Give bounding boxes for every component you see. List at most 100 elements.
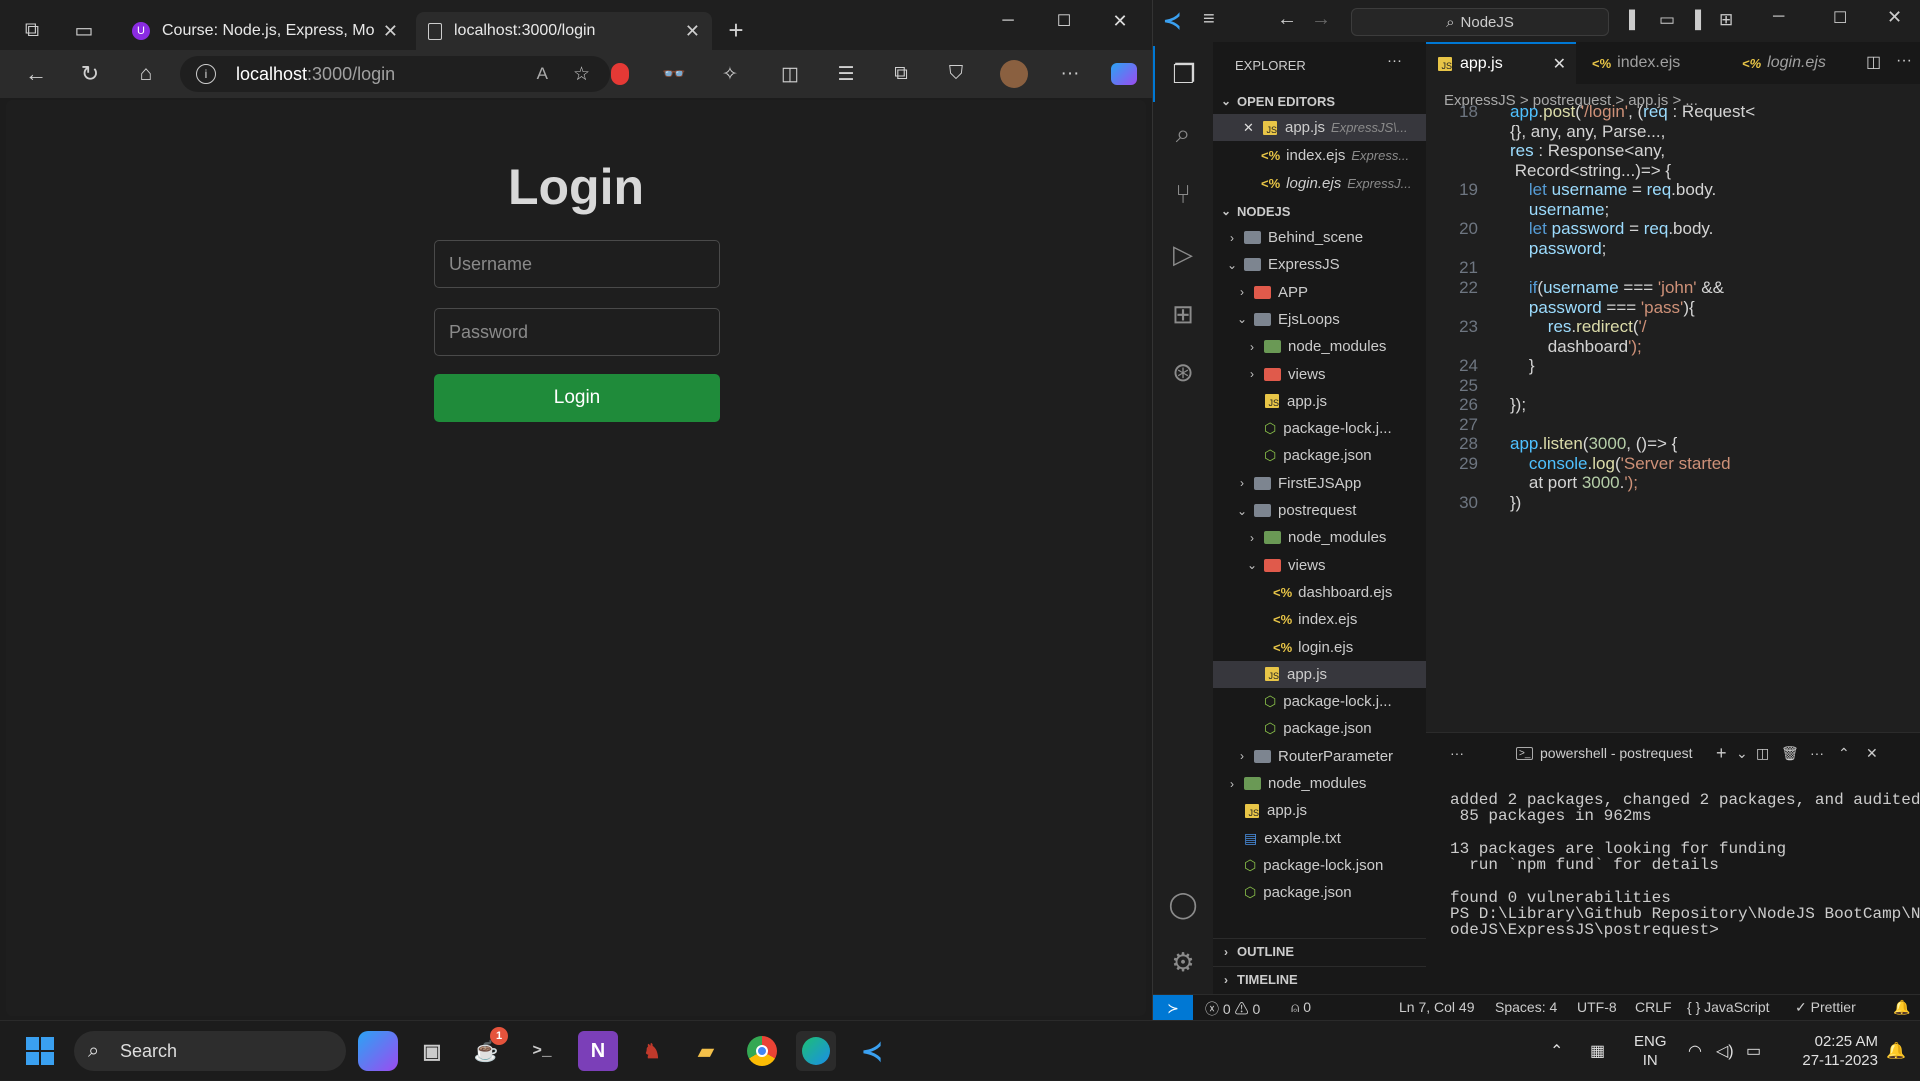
- tree-file[interactable]: ⬡ package.json: [1213, 715, 1426, 742]
- maximize-icon[interactable]: ☐: [1036, 6, 1092, 36]
- code-editor[interactable]: JS app.js ✕ <% index.ejs <% login.ejs ◫ …: [1426, 42, 1920, 732]
- battery-icon[interactable]: ▭: [1746, 1021, 1761, 1081]
- tree-file[interactable]: ⬡ package-lock.j...: [1213, 415, 1426, 442]
- tray-app-icon[interactable]: ▦: [1590, 1021, 1605, 1081]
- favorite-star-icon[interactable]: ☆: [573, 63, 590, 86]
- toggle-panel-icon[interactable]: ▭: [1659, 10, 1675, 30]
- search-icon[interactable]: ⌕: [1153, 106, 1213, 162]
- nav-back-icon[interactable]: ←: [1277, 8, 1297, 31]
- copilot-icon[interactable]: [1106, 56, 1142, 92]
- maximize-panel-icon[interactable]: ⌃: [1838, 745, 1850, 762]
- command-center-search[interactable]: ⌕ NodeJS: [1351, 8, 1609, 36]
- problems-indicator[interactable]: ⓧ 0 ⚠ 0: [1205, 999, 1260, 1019]
- tree-folder[interactable]: › node_modules: [1213, 524, 1426, 551]
- extensions-icon[interactable]: ✧: [712, 56, 748, 92]
- tab-login[interactable]: localhost:3000/login ✕: [416, 12, 712, 50]
- close-tab-icon[interactable]: ✕: [685, 21, 700, 42]
- tree-file[interactable]: ⬡ package-lock.json: [1213, 852, 1426, 879]
- editor-more-icon[interactable]: ···: [1896, 52, 1912, 70]
- terminal-more-icon[interactable]: ···: [1810, 745, 1824, 761]
- timeline-header[interactable]: › TIMELINE: [1213, 966, 1426, 992]
- collections-icon[interactable]: ⧉: [883, 56, 919, 92]
- open-editor-item[interactable]: ✕ JS app.js ExpressJS\...: [1213, 114, 1426, 141]
- explorer-more-icon[interactable]: ···: [1387, 52, 1402, 69]
- split-editor-icon[interactable]: ◫: [1866, 52, 1881, 72]
- minimize-icon[interactable]: ─: [980, 6, 1036, 36]
- favorites-icon[interactable]: ☰: [828, 56, 864, 92]
- tree-file[interactable]: JS app.js: [1213, 388, 1426, 415]
- editor-tab-index-ejs[interactable]: <% index.ejs: [1576, 42, 1726, 84]
- password-input[interactable]: [434, 308, 720, 356]
- tree-file[interactable]: ⬡ package.json: [1213, 879, 1426, 906]
- tree-folder[interactable]: › APP: [1213, 279, 1426, 306]
- language-mode[interactable]: { } JavaScript: [1687, 999, 1770, 1015]
- volume-icon[interactable]: ◁): [1716, 1021, 1734, 1081]
- prettier-status[interactable]: ✓ Prettier: [1795, 999, 1856, 1016]
- vscode-app-icon[interactable]: ≺: [852, 1031, 892, 1071]
- extensions-icon[interactable]: ⊞: [1153, 286, 1213, 342]
- back-icon[interactable]: ←: [18, 56, 54, 92]
- panel-more-icon[interactable]: ···: [1450, 745, 1464, 761]
- cursor-position[interactable]: Ln 7, Col 49: [1399, 999, 1475, 1015]
- tree-file[interactable]: <% index.ejs: [1213, 606, 1426, 633]
- profile-avatar[interactable]: [996, 56, 1032, 92]
- close-window-icon[interactable]: ✕: [1887, 7, 1902, 28]
- clock[interactable]: 02:25 AM 27-11-2023: [1788, 1021, 1878, 1081]
- tree-folder[interactable]: › views: [1213, 361, 1426, 388]
- tab-actions-icon[interactable]: ▭: [66, 12, 102, 48]
- home-icon[interactable]: ⌂: [128, 56, 164, 92]
- adblock-icon[interactable]: [602, 56, 638, 92]
- tree-file[interactable]: ⬡ package.json: [1213, 442, 1426, 469]
- remote-icon[interactable]: ≻: [1153, 995, 1193, 1021]
- terminal-title[interactable]: powershell - postrequest: [1540, 745, 1693, 761]
- new-terminal-icon[interactable]: +: [1716, 743, 1727, 764]
- workspaces-icon[interactable]: ⧉: [14, 12, 50, 48]
- game-app-icon[interactable]: ♞: [632, 1031, 672, 1071]
- windows-start-icon[interactable]: [20, 1031, 60, 1071]
- nav-forward-icon[interactable]: →: [1311, 8, 1331, 31]
- site-info-icon[interactable]: i: [196, 64, 216, 84]
- browser-essentials-icon[interactable]: ⛉: [938, 56, 974, 92]
- tree-folder[interactable]: ⌄ postrequest: [1213, 497, 1426, 524]
- close-panel-icon[interactable]: ✕: [1866, 745, 1878, 762]
- login-button[interactable]: Login: [434, 374, 720, 422]
- source-control-icon[interactable]: ⑂: [1153, 166, 1213, 222]
- onenote-icon[interactable]: N: [578, 1031, 618, 1071]
- indentation[interactable]: Spaces: 4: [1495, 999, 1557, 1015]
- encoding[interactable]: UTF-8: [1577, 999, 1617, 1015]
- toggle-sidebar-icon[interactable]: ▌: [1629, 10, 1641, 30]
- tree-folder[interactable]: › node_modules: [1213, 770, 1426, 797]
- username-input[interactable]: [434, 240, 720, 288]
- tree-file[interactable]: <% dashboard.ejs: [1213, 579, 1426, 606]
- open-editor-item[interactable]: <% login.ejs ExpressJ...: [1213, 170, 1426, 197]
- close-tab-icon[interactable]: ✕: [1553, 54, 1566, 74]
- customize-layout-icon[interactable]: ⊞: [1719, 10, 1733, 30]
- close-editor-icon[interactable]: ✕: [1243, 120, 1257, 136]
- terminal-app-icon[interactable]: >_: [522, 1031, 562, 1071]
- terminal-panel[interactable]: ··· >_ powershell - postrequest + ⌄ ◫ 🗑 …: [1426, 732, 1920, 994]
- ports-indicator[interactable]: ⍝ 0: [1291, 999, 1311, 1016]
- kill-terminal-icon[interactable]: 🗑: [1781, 745, 1799, 762]
- tree-folder[interactable]: › RouterParameter: [1213, 743, 1426, 770]
- split-terminal-icon[interactable]: ◫: [1756, 745, 1769, 762]
- tree-folder[interactable]: ⌄ ExpressJS: [1213, 251, 1426, 278]
- toggle-secondary-sidebar-icon[interactable]: ▐: [1689, 10, 1701, 30]
- notifications-bell-icon[interactable]: 🔔: [1893, 999, 1910, 1016]
- edge-icon[interactable]: [796, 1031, 836, 1071]
- minimize-icon[interactable]: ─: [1773, 8, 1784, 26]
- tree-file[interactable]: <% login.ejs: [1213, 634, 1426, 661]
- split-screen-icon[interactable]: ◫: [772, 56, 808, 92]
- taskbar-search[interactable]: ⌕ Search: [74, 1031, 346, 1071]
- more-menu-icon[interactable]: ···: [1052, 56, 1088, 92]
- new-tab-icon[interactable]: +: [718, 12, 754, 48]
- editor-tab-login-ejs[interactable]: <% login.ejs: [1726, 42, 1866, 84]
- notifications-bell-icon[interactable]: 🔔: [1886, 1021, 1906, 1081]
- tree-file[interactable]: JS app.js: [1213, 797, 1426, 824]
- explorer-icon[interactable]: ❐: [1153, 46, 1213, 102]
- tree-folder[interactable]: ⌄ EjsLoops: [1213, 306, 1426, 333]
- close-tab-icon[interactable]: ✕: [383, 21, 398, 42]
- tree-folder[interactable]: › Behind_scene: [1213, 224, 1426, 251]
- tree-folder[interactable]: › node_modules: [1213, 333, 1426, 360]
- tree-file[interactable]: ⬡ package-lock.j...: [1213, 688, 1426, 715]
- git-graph-icon[interactable]: ⊛: [1153, 344, 1213, 400]
